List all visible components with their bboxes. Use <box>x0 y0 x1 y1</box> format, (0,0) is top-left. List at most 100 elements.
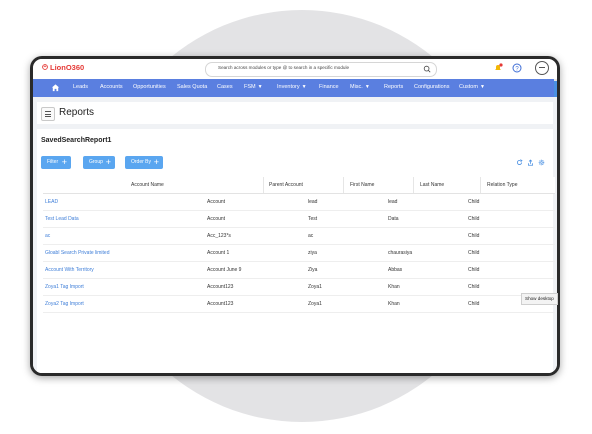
table-row[interactable]: Zoya1 Tag Import Account123 Zoya1 Khan C… <box>43 278 555 296</box>
table-row[interactable]: Gloabl Search Private limited Account 1 … <box>43 244 555 262</box>
search-icon[interactable] <box>423 65 431 73</box>
nav-accounts[interactable]: Accounts <box>100 84 123 90</box>
filter-label: Filter <box>47 159 59 165</box>
nav-inventory[interactable]: Inventory ▼ <box>277 84 307 90</box>
nav-leads[interactable]: Leads <box>73 84 88 90</box>
table-header: Account Name Parent Account First Name L… <box>43 177 555 194</box>
settings-icon[interactable] <box>538 159 545 166</box>
nav-label: Misc. <box>350 84 363 90</box>
bell-icon[interactable] <box>493 63 503 73</box>
column-header-parent-account[interactable]: Parent Account <box>269 182 303 188</box>
export-icon[interactable] <box>527 159 534 166</box>
account-name-link[interactable]: ac <box>45 233 50 239</box>
column-divider <box>413 177 414 193</box>
column-header-account-name[interactable]: Account Name <box>131 182 164 188</box>
main-content: Reports SavedSearchReport1 Filter + Group… <box>33 97 557 373</box>
order-by-button[interactable]: Order By + <box>125 156 163 169</box>
logo-text: LionO360 <box>50 63 85 72</box>
table-row[interactable]: Account With Territory Account June 9 Zi… <box>43 261 555 279</box>
column-header-first-name[interactable]: First Name <box>350 182 374 188</box>
report-panel: SavedSearchReport1 Filter + Group + Order … <box>37 129 555 373</box>
relation-type-cell: Child <box>468 233 480 239</box>
search-placeholder: Search across modules or type @ to searc… <box>218 65 350 70</box>
group-label: Group <box>89 159 103 165</box>
column-header-relation-type[interactable]: Relation Type <box>487 182 517 188</box>
first-name-cell: lead <box>308 199 318 205</box>
report-name: SavedSearchReport1 <box>41 137 112 144</box>
account-name-link[interactable]: Zoya2 Tag Import <box>45 301 84 307</box>
nav-cases[interactable]: Cases <box>217 84 233 90</box>
laptop-frame: LionO360 Search across modules or type @… <box>30 56 560 376</box>
relation-type-cell: Child <box>468 301 480 307</box>
menu-toggle-button[interactable] <box>41 107 55 121</box>
nav-opportunities[interactable]: Opportunities <box>133 84 166 90</box>
account-name-link[interactable]: Gloabl Search Private limited <box>45 250 109 256</box>
help-icon[interactable]: ? <box>512 63 522 73</box>
plus-icon: + <box>105 157 111 167</box>
nav-label: Inventory <box>277 84 300 90</box>
nav-misc[interactable]: Misc. ▼ <box>350 84 370 90</box>
account-name-link[interactable]: Zoya1 Tag Import <box>45 284 84 290</box>
nav-label: Configurations <box>414 84 450 90</box>
last-name-cell: Khan <box>388 284 400 290</box>
home-icon[interactable] <box>51 83 60 92</box>
nav-label: Cases <box>217 84 233 90</box>
filter-button[interactable]: Filter + <box>41 156 71 169</box>
page-title: Reports <box>59 107 95 118</box>
nav-configurations[interactable]: Configurations <box>414 84 449 90</box>
table-row[interactable]: Test Lead Data Account Test Data Child <box>43 210 555 228</box>
nav-label: Opportunities <box>133 84 166 90</box>
menu-icon <box>45 111 51 112</box>
user-avatar[interactable] <box>535 61 549 75</box>
nav-label: Leads <box>73 84 88 90</box>
relation-type-cell: Child <box>468 216 480 222</box>
nav-fsm[interactable]: FSM ▼ <box>244 84 263 90</box>
column-header-last-name[interactable]: Last Name <box>420 182 444 188</box>
app-logo[interactable]: LionO360 <box>42 63 84 72</box>
parent-account-cell: Acc_123*s <box>207 233 231 239</box>
nav-label: FSM <box>244 84 256 90</box>
column-divider <box>263 177 264 193</box>
table-row[interactable]: LEAD Account lead lead Child <box>43 193 555 211</box>
relation-type-cell: Child <box>468 284 480 290</box>
refresh-icon[interactable] <box>516 159 523 166</box>
parent-account-cell: Account123 <box>207 284 234 290</box>
last-name-cell: Abbas <box>388 267 403 273</box>
last-name-cell: chaurasiya <box>388 250 413 256</box>
account-name-link[interactable]: Test Lead Data <box>45 216 79 222</box>
account-name-link[interactable]: Account With Territory <box>45 267 94 273</box>
relation-type-cell: Child <box>468 267 480 273</box>
top-bar: LionO360 Search across modules or type @… <box>33 59 557 79</box>
last-name-cell: lead <box>388 199 398 205</box>
table-row[interactable]: Zoya2 Tag Import Account123 Zoya1 Khan C… <box>43 295 555 313</box>
page-header: Reports <box>37 102 553 124</box>
plus-icon: + <box>61 157 67 167</box>
nav-finance[interactable]: Finance <box>319 84 339 90</box>
nav-reports[interactable]: Reports <box>384 84 403 90</box>
table-row[interactable]: ac Acc_123*s ac Child <box>43 227 555 245</box>
nav-label: Accounts <box>100 84 123 90</box>
app-screen: LionO360 Search across modules or type @… <box>33 59 557 373</box>
chevron-down-icon: ▼ <box>301 84 307 90</box>
last-name-cell: Khan <box>388 301 400 307</box>
global-search-input[interactable]: Search across modules or type @ to searc… <box>205 62 437 77</box>
parent-account-cell: Account 1 <box>207 250 230 256</box>
nav-label: Custom <box>459 84 478 90</box>
first-name-cell: ziya <box>308 250 317 256</box>
relation-type-cell: Child <box>468 199 480 205</box>
lion-logo-icon <box>42 64 48 70</box>
group-button[interactable]: Group + <box>83 156 115 169</box>
first-name-cell: Zoya1 <box>308 301 322 307</box>
plus-icon: + <box>153 157 159 167</box>
parent-account-cell: Account <box>207 199 226 205</box>
nav-label: Finance <box>319 84 339 90</box>
parent-account-cell: Account123 <box>207 301 234 307</box>
first-name-cell: Test <box>308 216 318 222</box>
nav-sales-quota[interactable]: Sales Quota <box>177 84 207 90</box>
menu-icon <box>45 113 51 115</box>
chevron-down-icon: ▼ <box>479 84 485 90</box>
chevron-down-icon: ▼ <box>257 84 263 90</box>
account-name-link[interactable]: LEAD <box>45 199 58 205</box>
nav-custom[interactable]: Custom ▼ <box>459 84 485 90</box>
relation-type-cell: Child <box>468 250 480 256</box>
